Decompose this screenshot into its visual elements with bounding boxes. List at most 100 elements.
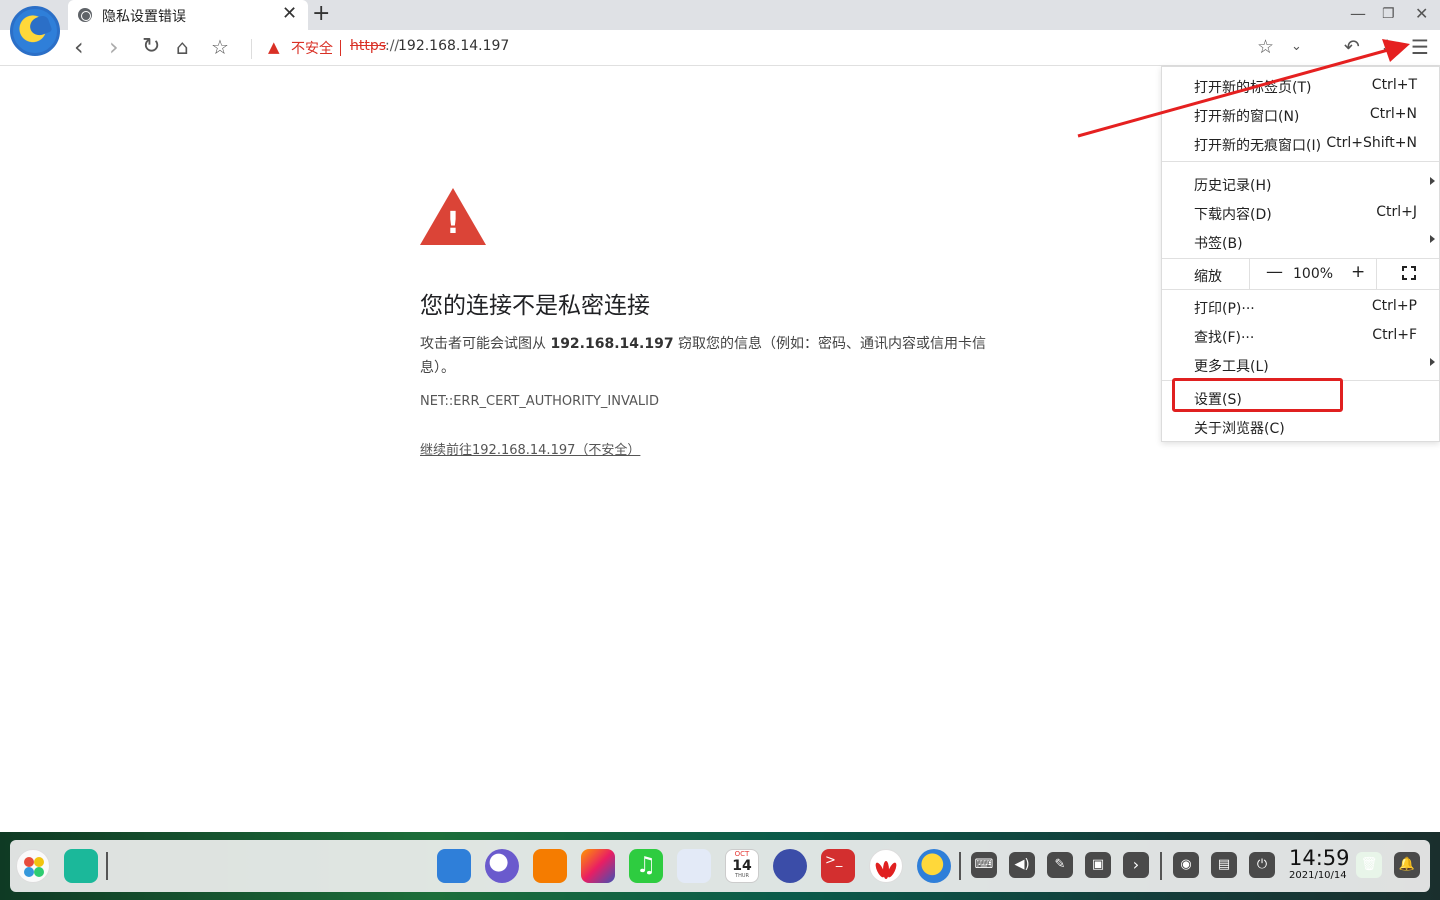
- menu-item-label: 书签(B): [1194, 236, 1243, 252]
- desc-before: 攻击者可能会试图从: [420, 336, 546, 352]
- notification-icon[interactable]: 🔔: [1394, 852, 1420, 878]
- menu-item-new-tab[interactable]: 打开新的标签页(T) Ctrl+T: [1162, 71, 1439, 100]
- home-icon[interactable]: ⌂: [176, 35, 189, 59]
- menu-item-more-tools[interactable]: 更多工具(L): [1162, 350, 1439, 379]
- power-icon[interactable]: ⏻: [1249, 852, 1275, 878]
- volume-icon[interactable]: ◀): [1009, 852, 1035, 878]
- network-icon[interactable]: ◉: [1173, 852, 1199, 878]
- taskbar-divider: [106, 852, 108, 880]
- browser-logo-icon[interactable]: [10, 6, 60, 56]
- menu-divider: [1162, 289, 1439, 290]
- taskbar-divider: [959, 852, 961, 880]
- menu-item-label: 查找(F)···: [1194, 330, 1255, 346]
- menu-item-label: 下载内容(D): [1194, 207, 1272, 223]
- star-icon[interactable]: ☆: [211, 35, 229, 59]
- download-icon[interactable]: ↓: [1380, 35, 1394, 59]
- tab-close-icon[interactable]: ✕: [282, 3, 297, 24]
- menu-item-find[interactable]: 查找(F)··· Ctrl+F: [1162, 321, 1439, 350]
- calendar-weekday: THUR: [735, 873, 749, 879]
- restore-icon[interactable]: ❐: [1382, 6, 1395, 22]
- trash-icon[interactable]: 🗑: [1356, 852, 1382, 878]
- huawei-app-icon[interactable]: [869, 849, 903, 883]
- submenu-arrow-icon: [1430, 358, 1435, 366]
- security-label[interactable]: 不安全: [291, 38, 333, 58]
- menu-item-incognito[interactable]: 打开新的无痕窗口(I) Ctrl+Shift+N: [1162, 129, 1439, 158]
- minimize-icon[interactable]: —: [1350, 4, 1366, 23]
- pen-icon[interactable]: ✎: [1047, 852, 1073, 878]
- menu-item-bookmarks[interactable]: 书签(B): [1162, 227, 1439, 256]
- menu-item-about[interactable]: 关于浏览器(C): [1162, 412, 1439, 441]
- menu-item-shortcut: Ctrl+T: [1371, 77, 1417, 93]
- menu-item-shortcut: Ctrl+N: [1369, 106, 1417, 122]
- menu-item-new-window[interactable]: 打开新的窗口(N) Ctrl+N: [1162, 100, 1439, 129]
- tab-privacy-error[interactable]: 隐私设置错误 ✕: [68, 0, 308, 30]
- warning-icon: ▲: [268, 38, 280, 56]
- app-store-icon[interactable]: [533, 849, 567, 883]
- image-viewer-icon[interactable]: [581, 849, 615, 883]
- start-menu-glyph: [24, 857, 44, 877]
- settings-highlight-box: [1172, 378, 1343, 412]
- ai-assistant-icon[interactable]: [485, 849, 519, 883]
- menu-item-shortcut: Ctrl+F: [1372, 327, 1417, 343]
- browser-taskbar-icon[interactable]: [917, 849, 951, 883]
- undo-icon[interactable]: ↶: [1344, 35, 1360, 59]
- globe-icon: [78, 8, 92, 22]
- tray-expand-icon[interactable]: ›: [1123, 852, 1149, 878]
- calendar-day: 14: [732, 858, 752, 874]
- menu-icon[interactable]: ☰: [1411, 35, 1429, 59]
- menu-item-downloads[interactable]: 下载内容(D) Ctrl+J: [1162, 198, 1439, 227]
- menu-item-label: 打开新的标签页(T): [1194, 80, 1312, 96]
- submenu-arrow-icon: [1430, 235, 1435, 243]
- reload-icon[interactable]: ↻: [142, 35, 160, 59]
- zoom-value: 100%: [1293, 266, 1334, 282]
- back-icon[interactable]: ‹: [74, 35, 84, 59]
- window-close-icon[interactable]: ✕: [1415, 4, 1428, 23]
- proceed-unsafe-link[interactable]: 继续前往192.168.14.197（不安全）: [420, 439, 640, 458]
- zoom-row: 缩放 — 100% +: [1162, 259, 1439, 289]
- exclamation-icon: !: [446, 206, 460, 241]
- browser-menu: 打开新的标签页(T) Ctrl+T 打开新的窗口(N) Ctrl+N 打开新的无…: [1161, 66, 1440, 442]
- toolbar: ‹ › ↻ ⌂ ☆ ▲ 不安全 https :// 192.168.14.197…: [0, 30, 1440, 66]
- display-icon[interactable]: ▤: [1211, 852, 1237, 878]
- terminal-icon[interactable]: >_: [821, 849, 855, 883]
- contacts-icon[interactable]: [677, 849, 711, 883]
- zoom-in-button[interactable]: +: [1351, 262, 1365, 282]
- calendar-icon[interactable]: OCT 14 THUR: [725, 849, 759, 883]
- menu-item-label: 关于浏览器(C): [1194, 421, 1285, 437]
- url-host[interactable]: 192.168.14.197: [398, 38, 509, 54]
- menu-item-label: 更多工具(L): [1194, 359, 1269, 375]
- clock-time[interactable]: 14:59: [1289, 846, 1350, 870]
- toolbar-divider: [251, 39, 252, 59]
- menu-item-label: 打开新的无痕窗口(I): [1194, 138, 1322, 154]
- clock-date[interactable]: 2021/10/14: [1289, 870, 1347, 881]
- security-divider: [340, 40, 341, 56]
- keyboard-icon[interactable]: ⌨: [971, 852, 997, 878]
- screenshot-icon[interactable]: ▣: [1085, 852, 1111, 878]
- start-menu-icon[interactable]: [16, 849, 50, 883]
- bookmark-star-icon[interactable]: ☆: [1257, 35, 1274, 59]
- zoom-label: 缩放: [1194, 269, 1222, 285]
- fullscreen-icon[interactable]: [1402, 266, 1416, 280]
- url-scheme[interactable]: https: [350, 38, 386, 54]
- menu-item-label: 打印(P)···: [1194, 301, 1255, 317]
- menu-item-label: 历史记录(H): [1194, 178, 1272, 194]
- forward-icon[interactable]: ›: [109, 35, 119, 59]
- file-manager-icon[interactable]: [437, 849, 471, 883]
- taskbar-divider: [1160, 852, 1162, 880]
- new-tab-button[interactable]: +: [312, 1, 330, 26]
- multitask-view-icon[interactable]: [64, 849, 98, 883]
- submenu-arrow-icon: [1430, 177, 1435, 185]
- control-center-icon[interactable]: [773, 849, 807, 883]
- zoom-out-button[interactable]: —: [1266, 262, 1283, 282]
- menu-item-shortcut: Ctrl+Shift+N: [1326, 135, 1417, 151]
- menu-item-history[interactable]: 历史记录(H): [1162, 169, 1439, 198]
- menu-divider: [1162, 161, 1439, 162]
- error-code: NET::ERR_CERT_AUTHORITY_INVALID: [420, 394, 660, 409]
- error-description: 攻击者可能会试图从 192.168.14.197 窃取您的信息（例如：密码、通讯…: [420, 332, 1020, 380]
- dropdown-icon[interactable]: ⌄: [1291, 35, 1302, 59]
- menu-item-print[interactable]: 打印(P)··· Ctrl+P: [1162, 292, 1439, 321]
- menu-item-shortcut: Ctrl+P: [1371, 298, 1417, 314]
- error-title: 您的连接不是私密连接: [420, 293, 650, 319]
- menu-item-label: 打开新的窗口(N): [1194, 109, 1300, 125]
- music-player-icon[interactable]: ♫: [629, 849, 663, 883]
